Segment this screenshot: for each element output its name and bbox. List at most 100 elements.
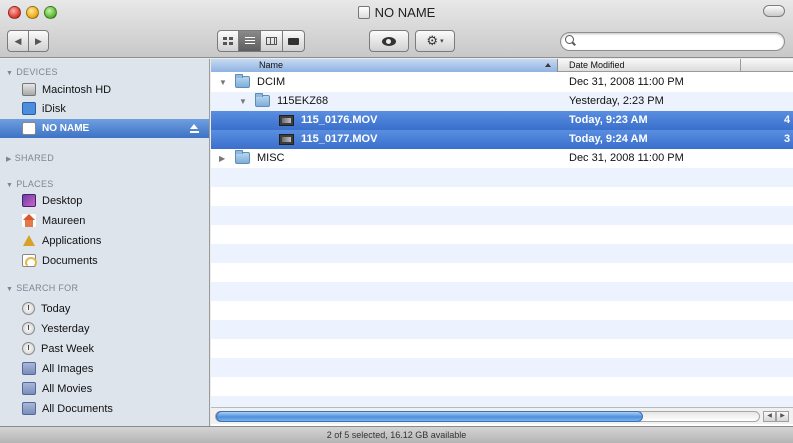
sidebar-item-documents[interactable]: Documents: [0, 251, 209, 270]
scroll-right-button[interactable]: ▶: [776, 411, 789, 422]
icon-view-button[interactable]: [217, 30, 239, 52]
list-view-icon: [244, 37, 255, 45]
disclosure-triangle-icon: ▶: [6, 156, 12, 163]
sidebar-item-applications[interactable]: Applications: [0, 231, 209, 250]
scroll-left-button[interactable]: ◀: [763, 411, 776, 422]
back-button[interactable]: ◀: [7, 30, 28, 52]
drive-icon: [357, 6, 370, 19]
movie-file-icon: [279, 134, 294, 145]
file-name: 115EKZ68: [277, 95, 329, 107]
table-row[interactable]: 115_0176.MOV Today, 9:23 AM 4: [211, 111, 793, 130]
column-view-button[interactable]: [261, 30, 283, 52]
column-header-date-modified[interactable]: Date Modified: [561, 59, 741, 72]
sidebar: ▼ DEVICES Macintosh HD iDisk NO NAME ▶ SHA…: [0, 59, 210, 426]
table-row[interactable]: ▼ DCIM Dec 31, 2008 11:00 PM: [211, 73, 793, 92]
clock-icon: [22, 322, 35, 335]
cover-flow-icon: [288, 37, 299, 45]
table-row[interactable]: 115_0177.MOV Today, 9:24 AM 3: [211, 130, 793, 149]
file-name: DCIM: [257, 76, 286, 88]
file-date: Dec 31, 2008 11:00 PM: [569, 152, 684, 164]
back-arrow-icon: ◀: [14, 35, 22, 46]
hard-drive-icon: [22, 83, 36, 96]
toolbar-toggle-button[interactable]: [763, 5, 785, 17]
file-name: MISC: [257, 152, 285, 164]
sidebar-item-maureen[interactable]: Maureen: [0, 211, 209, 230]
smart-folder-icon: [22, 402, 36, 415]
clock-icon: [22, 302, 35, 315]
disclosure-collapsed-icon[interactable]: ▶: [219, 154, 225, 163]
disclosure-expanded-icon[interactable]: ▼: [219, 78, 227, 87]
search-input[interactable]: [560, 32, 785, 51]
status-bar: 2 of 5 selected, 16.12 GB available: [0, 426, 793, 443]
sidebar-item-past-week[interactable]: Past Week: [0, 339, 209, 358]
column-header-name[interactable]: Name: [211, 59, 558, 72]
toolbar: NO NAME ◀ ▶ ⚙ ▾: [0, 0, 793, 58]
eye-icon: [382, 36, 396, 46]
eject-icon[interactable]: [190, 124, 199, 133]
applications-icon: [22, 234, 36, 247]
sidebar-item-all-movies[interactable]: All Movies: [0, 379, 209, 398]
file-list: Name Date Modified ▼ DCIM Dec 31, 2008 1…: [211, 59, 793, 426]
table-row[interactable]: ▼ 115EKZ68 Yesterday, 2:23 PM: [211, 92, 793, 111]
column-header: Name Date Modified: [211, 59, 793, 72]
disclosure-triangle-icon: ▼: [6, 182, 14, 189]
sidebar-item-no-name[interactable]: NO NAME: [0, 119, 209, 138]
home-icon: [22, 214, 36, 227]
empty-row: [211, 339, 793, 358]
column-view-icon: [266, 37, 277, 45]
table-row[interactable]: ▶ MISC Dec 31, 2008 11:00 PM: [211, 149, 793, 168]
list-view-button[interactable]: [239, 30, 261, 52]
quick-look-button[interactable]: [369, 30, 409, 52]
empty-row: [211, 244, 793, 263]
forward-button[interactable]: ▶: [28, 30, 49, 52]
file-size: 3: [784, 133, 791, 145]
desktop-icon: [22, 194, 36, 207]
sidebar-section-devices[interactable]: ▼ DEVICES: [6, 67, 58, 77]
navigation-buttons: ◀ ▶: [7, 30, 49, 52]
empty-row: [211, 301, 793, 320]
sidebar-item-yesterday[interactable]: Yesterday: [0, 319, 209, 338]
empty-row: [211, 358, 793, 377]
sidebar-item-today[interactable]: Today: [0, 299, 209, 318]
idisk-icon: [22, 102, 36, 115]
empty-row: [211, 320, 793, 339]
empty-row: [211, 187, 793, 206]
scrollbar-thumb[interactable]: [216, 411, 643, 422]
file-name: 115_0176.MOV: [301, 114, 378, 126]
empty-row: [211, 168, 793, 187]
sidebar-section-search-for[interactable]: ▼ SEARCH FOR: [6, 283, 78, 293]
action-menu-button[interactable]: ⚙ ▾: [415, 30, 455, 52]
sidebar-item-idisk[interactable]: iDisk: [0, 99, 209, 118]
sidebar-item-all-documents[interactable]: All Documents: [0, 399, 209, 418]
sidebar-item-desktop[interactable]: Desktop: [0, 191, 209, 210]
file-date: Dec 31, 2008 11:00 PM: [569, 76, 684, 88]
cover-flow-button[interactable]: [283, 30, 305, 52]
sidebar-section-shared[interactable]: ▶ SHARED: [6, 153, 54, 163]
folder-icon: [235, 150, 250, 164]
file-date: Yesterday, 2:23 PM: [569, 95, 664, 107]
movie-file-icon: [279, 115, 294, 126]
disclosure-triangle-icon: ▼: [6, 286, 14, 293]
disclosure-expanded-icon[interactable]: ▼: [239, 97, 247, 106]
folder-icon: [235, 74, 250, 88]
window-title-text: NO NAME: [374, 5, 436, 20]
file-name: 115_0177.MOV: [301, 133, 378, 145]
empty-row: [211, 263, 793, 282]
sidebar-item-all-images[interactable]: All Images: [0, 359, 209, 378]
file-size: 4: [784, 114, 791, 126]
window-title: NO NAME: [0, 5, 793, 20]
smart-folder-icon: [22, 362, 36, 375]
icon-view-icon: [223, 37, 233, 45]
scrollbar-arrows: ◀ ▶: [763, 411, 789, 422]
chevron-down-icon: ▾: [440, 38, 444, 45]
sidebar-item-macintosh-hd[interactable]: Macintosh HD: [0, 80, 209, 99]
folder-icon: [255, 93, 270, 107]
search-icon: [565, 35, 574, 44]
finder-window: NO NAME ◀ ▶ ⚙ ▾ ▼ DEVICES Macintosh HD i…: [0, 0, 793, 443]
file-date: Today, 9:23 AM: [569, 114, 648, 126]
sidebar-section-places[interactable]: ▼ PLACES: [6, 179, 54, 189]
horizontal-scrollbar[interactable]: ◀ ▶: [211, 407, 793, 424]
view-mode-buttons: [217, 30, 305, 52]
documents-icon: [22, 254, 37, 268]
smart-folder-icon: [22, 382, 36, 395]
